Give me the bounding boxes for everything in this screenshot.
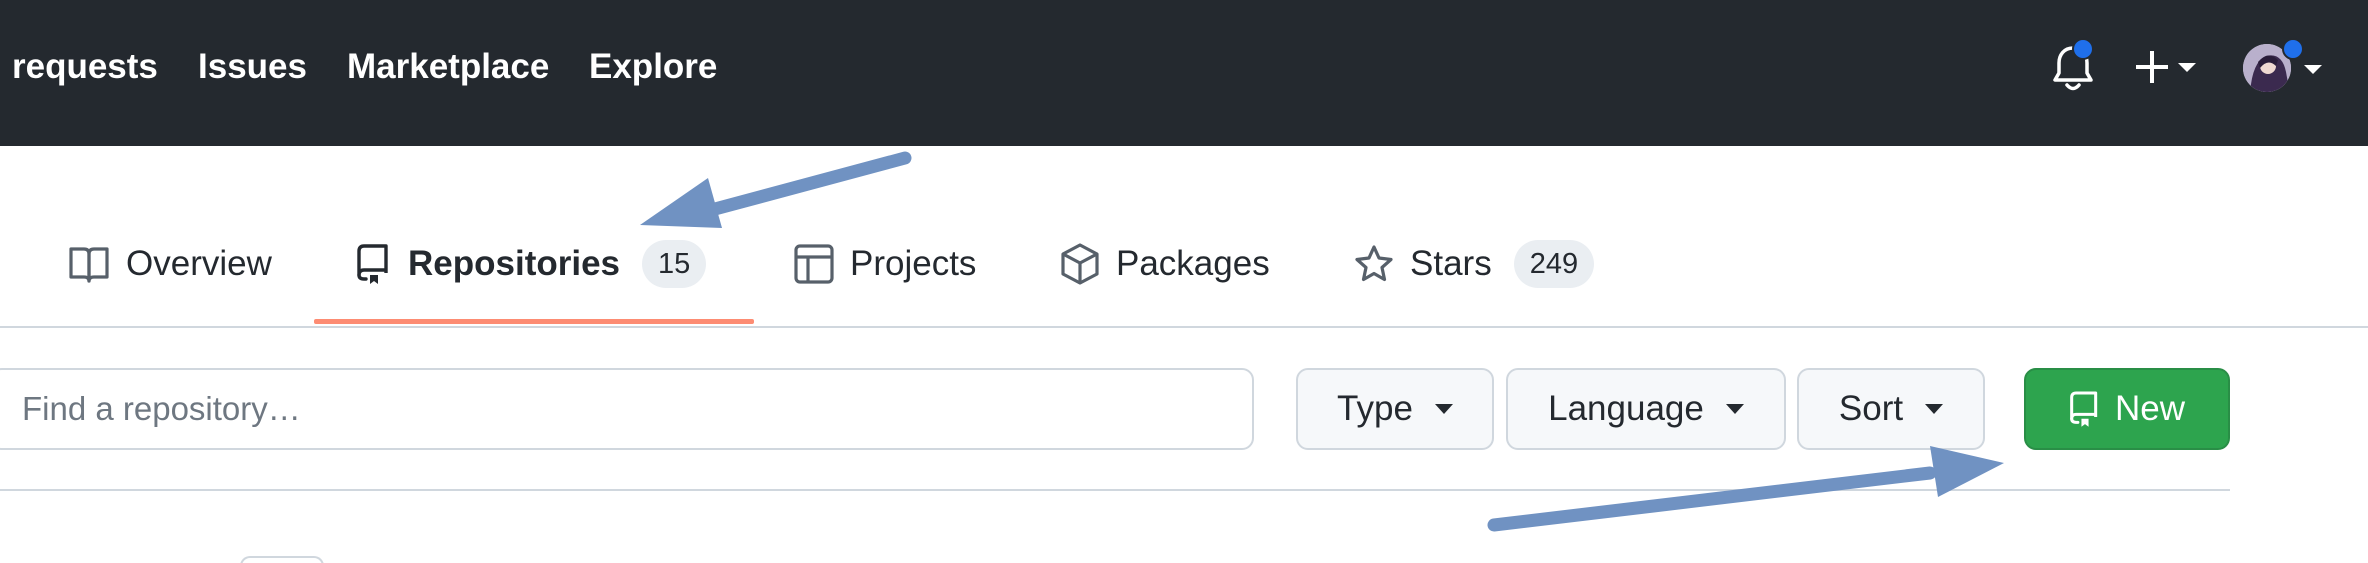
nav-marketplace-link[interactable]: Marketplace	[347, 44, 549, 90]
tab-stars-label: Stars	[1410, 244, 1492, 283]
tab-projects[interactable]: Projects	[794, 226, 976, 302]
new-repository-button[interactable]: New	[2024, 368, 2230, 450]
avatar[interactable]	[2242, 38, 2324, 94]
new-button-label: New	[2114, 389, 2186, 428]
repo-icon	[2070, 391, 2098, 427]
notification-dot	[2072, 38, 2094, 60]
chevron-down-icon	[1925, 404, 1944, 414]
bell-icon[interactable]	[2050, 38, 2096, 94]
tab-packages[interactable]: Packages	[1060, 226, 1270, 302]
nav-issues-link[interactable]: Issues	[198, 44, 307, 90]
tab-overview-label: Overview	[126, 244, 272, 283]
star-icon	[1355, 245, 1393, 282]
chevron-down-icon	[1434, 404, 1453, 414]
nav-pull-requests-link[interactable]: requests	[12, 44, 158, 90]
type-filter-label: Type	[1337, 389, 1413, 428]
avatar-notification-dot	[2282, 38, 2304, 60]
top-nav-bar: requests Issues Marketplace Explore	[0, 0, 2368, 146]
tab-packages-label: Packages	[1116, 244, 1270, 283]
book-icon	[69, 247, 109, 283]
annotation-arrow-new-button	[1487, 446, 2004, 532]
plus-icon[interactable]	[2136, 50, 2200, 84]
package-icon	[1061, 243, 1099, 285]
sort-filter-button[interactable]: Sort	[1797, 368, 1985, 450]
page: requests Issues Marketplace Explore Over…	[0, 0, 2368, 563]
tab-repositories[interactable]: Repositories 15	[356, 226, 707, 302]
repo-icon	[357, 244, 388, 284]
partial-list-element	[240, 556, 324, 563]
tab-repositories-label: Repositories	[408, 244, 620, 283]
tab-overview[interactable]: Overview	[68, 226, 272, 302]
type-filter-button[interactable]: Type	[1296, 368, 1494, 450]
tab-projects-label: Projects	[850, 244, 977, 283]
list-divider	[0, 489, 2230, 491]
table-icon	[794, 244, 834, 284]
tab-stars[interactable]: Stars 249	[1354, 226, 1595, 302]
language-filter-button[interactable]: Language	[1506, 368, 1786, 450]
language-filter-label: Language	[1548, 389, 1704, 428]
chevron-down-icon	[1725, 404, 1744, 414]
repository-search-input[interactable]	[0, 368, 1254, 450]
nav-explore-link[interactable]: Explore	[589, 44, 717, 90]
sort-filter-label: Sort	[1838, 389, 1904, 428]
tabs-divider	[0, 326, 2368, 328]
repositories-count-badge: 15	[642, 240, 707, 288]
stars-count-badge: 249	[1513, 240, 1595, 288]
active-tab-underline	[314, 319, 754, 324]
annotation-arrow-repositories	[640, 151, 912, 228]
